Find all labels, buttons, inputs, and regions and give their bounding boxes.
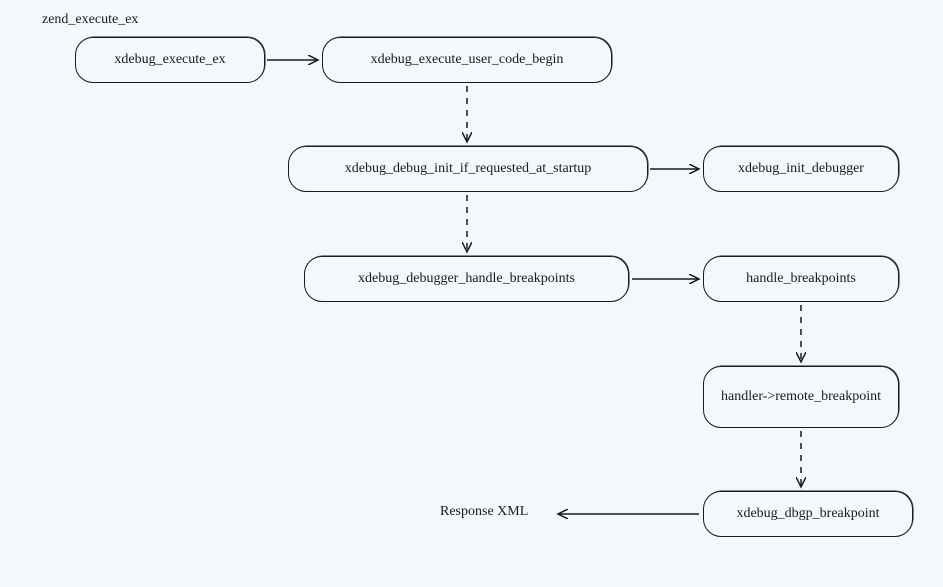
node-xdebug-execute-ex: xdebug_execute_ex bbox=[75, 37, 265, 83]
node-xdebug-execute-user-code-begin: xdebug_execute_user_code_begin bbox=[322, 37, 612, 83]
node-xdebug-debug-init-if-requested: xdebug_debug_init_if_requested_at_startu… bbox=[288, 146, 648, 192]
diagram-title: zend_execute_ex bbox=[42, 12, 138, 28]
response-xml-label: Response XML bbox=[440, 504, 528, 520]
node-handle-breakpoints: handle_breakpoints bbox=[703, 256, 899, 302]
node-handler-remote-breakpoint: handler->remote_breakpoint bbox=[703, 366, 899, 428]
node-xdebug-init-debugger: xdebug_init_debugger bbox=[703, 146, 899, 192]
node-xdebug-debugger-handle-breakpoints: xdebug_debugger_handle_breakpoints bbox=[304, 256, 629, 302]
node-xdebug-dbgp-breakpoint: xdebug_dbgp_breakpoint bbox=[703, 491, 913, 537]
